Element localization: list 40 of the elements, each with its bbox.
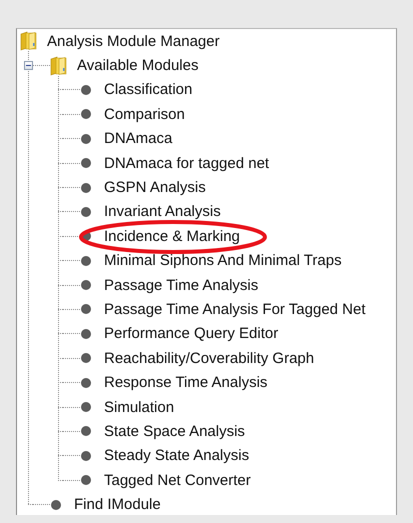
- tree-item[interactable]: Find IModule: [74, 496, 161, 514]
- bullet-icon: [80, 254, 92, 267]
- tree-item[interactable]: Analysis Module Manager: [47, 32, 220, 50]
- bullet-icon: [80, 132, 92, 145]
- bullet-icon: [50, 498, 62, 511]
- tree-item[interactable]: Minimal Siphons And Minimal Traps: [104, 252, 342, 270]
- bullet-icon: [80, 425, 92, 438]
- tree-item[interactable]: Comparison: [104, 106, 185, 123]
- folder-icon: [50, 56, 68, 76]
- tree-item[interactable]: Passage Time Analysis For Tagged Net: [104, 300, 366, 318]
- tree-item[interactable]: Classification: [104, 81, 192, 98]
- bullet-icon: [80, 401, 92, 414]
- tree-item[interactable]: Invariant Analysis: [104, 203, 221, 220]
- tree-item[interactable]: Incidence & Marking: [104, 228, 240, 245]
- tree-item[interactable]: Tagged Net Converter: [104, 472, 251, 489]
- bullet-icon: [80, 352, 92, 364]
- bullet-icon: [80, 84, 92, 96]
- tree-item[interactable]: Reachability/Coverability Graph: [104, 350, 314, 367]
- bullet-icon: [80, 474, 92, 486]
- folder-icon: [20, 31, 38, 52]
- tree-item[interactable]: DNAmaca for tagged net: [104, 154, 270, 172]
- bullet-icon: [80, 450, 92, 462]
- tree-item[interactable]: Response Time Analysis: [104, 374, 268, 392]
- tree-item[interactable]: GSPN Analysis: [104, 179, 206, 196]
- bullet-icon: [80, 328, 92, 340]
- bullet-icon: [80, 157, 92, 170]
- bullet-icon: [80, 182, 92, 194]
- tree-item[interactable]: State Space Analysis: [104, 422, 245, 440]
- tree-item[interactable]: Available Modules: [77, 57, 198, 74]
- tree-item[interactable]: Simulation: [104, 398, 174, 416]
- tree-item[interactable]: Passage Time Analysis: [104, 276, 258, 294]
- bullet-icon: [80, 108, 92, 120]
- bullet-icon: [80, 376, 92, 389]
- bullet-icon: [80, 279, 92, 292]
- tree-item[interactable]: Steady State Analysis: [104, 447, 250, 464]
- collapse-toggle[interactable]: [24, 61, 32, 70]
- tree-item[interactable]: DNAmaca: [104, 130, 172, 148]
- bullet-icon: [80, 303, 92, 316]
- bullet-icon: [80, 206, 92, 218]
- tree-item[interactable]: Performance Query Editor: [104, 325, 278, 342]
